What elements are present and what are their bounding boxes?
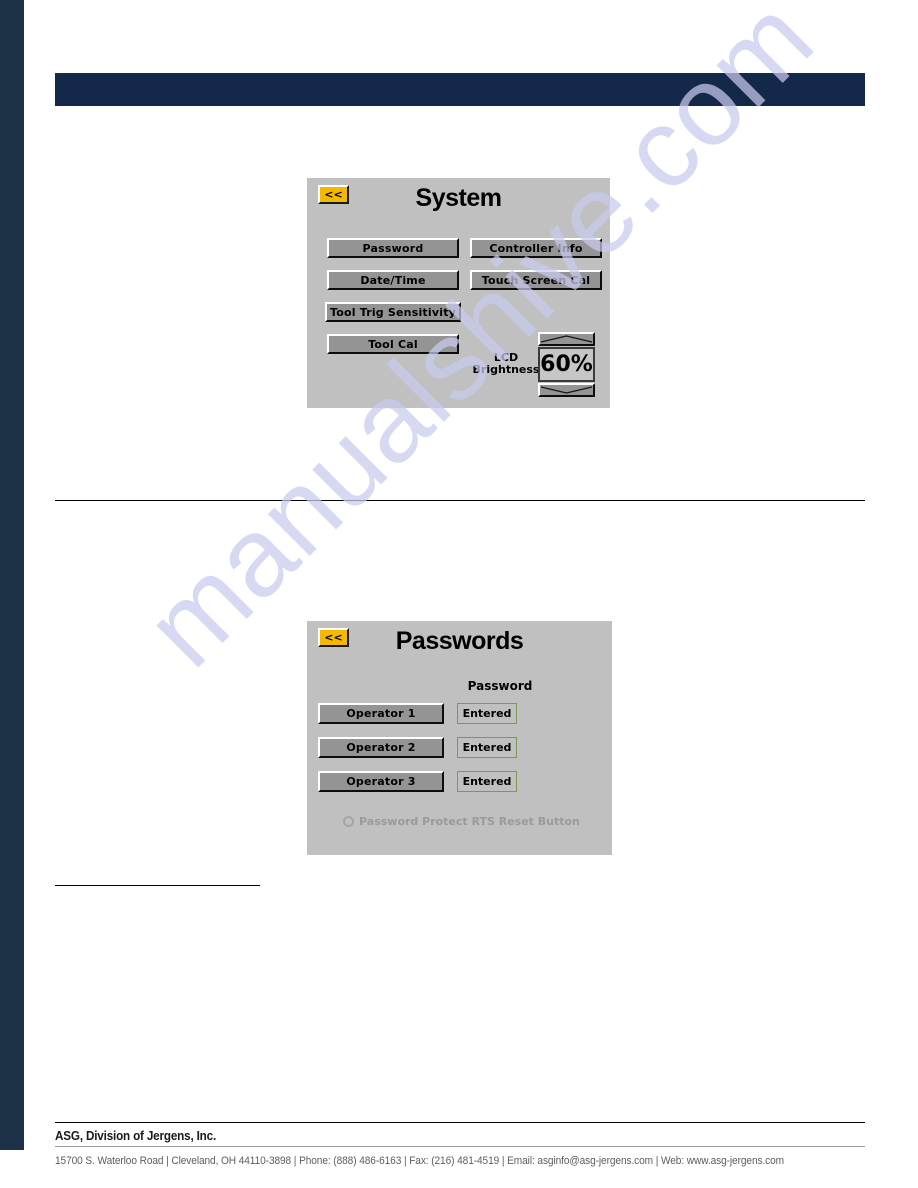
- lcd-brightness-stepper: 60%: [538, 332, 595, 397]
- passwords-screen-panel: << Passwords Password Operator 1 Operato…: [307, 621, 612, 855]
- touch-screen-cal-button[interactable]: Touch Screen Cal: [470, 270, 602, 290]
- footer-contact-line: 15700 S. Waterloo Road | Cleveland, OH 4…: [55, 1155, 785, 1167]
- footer-underline: [55, 1146, 865, 1147]
- tool-cal-button[interactable]: Tool Cal: [327, 334, 459, 354]
- footer-company-name: ASG, Division of Jergens, Inc.: [55, 1128, 217, 1143]
- operator-1-button[interactable]: Operator 1: [318, 703, 444, 724]
- chevron-down-icon[interactable]: [538, 383, 595, 397]
- password-column-header: Password: [467, 679, 533, 693]
- left-decorative-rail: [0, 0, 24, 1150]
- section-divider-short: [55, 885, 260, 886]
- section-divider-upper: [55, 500, 865, 501]
- lcd-brightness-value: 60%: [538, 347, 595, 382]
- page-canvas: << System Password Date/Time Tool Trig S…: [0, 0, 918, 1188]
- header-banner-bar: [55, 73, 865, 106]
- operator-3-status-badge: Entered: [457, 771, 517, 792]
- operator-1-status-badge: Entered: [457, 703, 517, 724]
- lcd-brightness-label: LCD Brightness: [467, 352, 545, 376]
- password-button[interactable]: Password: [327, 238, 459, 258]
- chevron-up-icon[interactable]: [538, 332, 595, 346]
- operator-3-button[interactable]: Operator 3: [318, 771, 444, 792]
- operator-2-status-badge: Entered: [457, 737, 517, 758]
- date-time-button[interactable]: Date/Time: [327, 270, 459, 290]
- footer-top-divider: [55, 1122, 865, 1123]
- operator-2-button[interactable]: Operator 2: [318, 737, 444, 758]
- radio-unchecked-icon[interactable]: [343, 816, 354, 827]
- passwords-panel-title: Passwords: [395, 627, 524, 655]
- system-panel-title: System: [415, 184, 502, 212]
- password-protect-rts-row[interactable]: Password Protect RTS Reset Button: [343, 815, 580, 828]
- page-footer: ASG, Division of Jergens, Inc. 15700 S. …: [55, 1128, 875, 1167]
- password-protect-rts-label: Password Protect RTS Reset Button: [359, 815, 580, 828]
- lcd-brightness-label-line2: Brightness: [472, 363, 540, 376]
- tool-trig-sensitivity-button[interactable]: Tool Trig Sensitivity: [325, 302, 461, 322]
- system-screen-panel: << System Password Date/Time Tool Trig S…: [307, 178, 610, 408]
- controller-info-button[interactable]: Controller Info: [470, 238, 602, 258]
